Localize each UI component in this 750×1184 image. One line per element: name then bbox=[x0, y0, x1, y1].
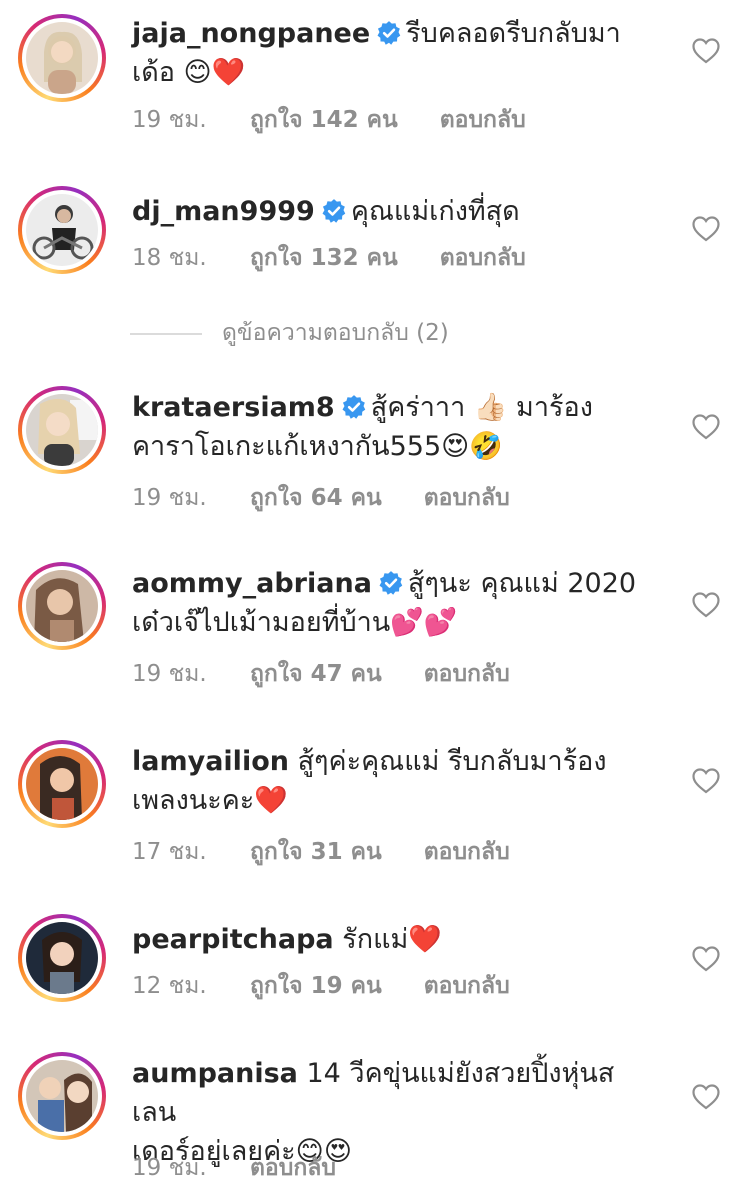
comment-text-continued: คาราโอเกะแก้เหงากัน555😍🤣 bbox=[132, 431, 503, 462]
comment-text-continued: เด๋วเจ๊ไปเม้ามอยที่บ้าน💕💕 bbox=[132, 607, 458, 638]
comment-username[interactable]: krataersiam8 bbox=[132, 392, 335, 423]
comment-text-continued: เพลงนะคะ❤️ bbox=[132, 785, 288, 816]
comment-username[interactable]: aommy_abriana bbox=[132, 568, 372, 599]
comment-time: 18 ชม. bbox=[132, 245, 207, 271]
reply-button[interactable]: ตอบกลับ bbox=[424, 968, 510, 1004]
comment-text-continued: เด้อ 😊❤️ bbox=[132, 57, 246, 88]
verified-badge-icon bbox=[379, 571, 403, 595]
heart-outline-icon[interactable] bbox=[692, 592, 720, 618]
avatar[interactable] bbox=[18, 386, 106, 474]
comment-time: 12 ชม. bbox=[132, 973, 207, 999]
comment-text: รีบคลอดรีบกลับมา bbox=[406, 18, 621, 49]
avatar[interactable] bbox=[18, 562, 106, 650]
heart-outline-icon[interactable] bbox=[692, 414, 720, 440]
view-replies-button[interactable]: ดูข้อความตอบกลับ (2) bbox=[130, 315, 449, 351]
comment-username[interactable]: lamyailion bbox=[132, 746, 289, 777]
comment-time: 19 ชม. bbox=[132, 485, 207, 511]
verified-badge-icon bbox=[342, 395, 365, 419]
heart-outline-icon[interactable] bbox=[692, 946, 720, 972]
comment-text: รักแม่❤️ bbox=[342, 924, 442, 955]
like-count-link[interactable]: ถูกใจ 142 คน bbox=[250, 102, 398, 138]
comment-text: สู้ๆค่ะคุณแม่ รีบกลับมาร้อง bbox=[297, 746, 607, 777]
heart-outline-icon[interactable] bbox=[692, 216, 720, 242]
comment-username[interactable]: aumpanisa bbox=[132, 1058, 298, 1089]
heart-outline-icon[interactable] bbox=[692, 1084, 720, 1110]
avatar[interactable] bbox=[18, 14, 106, 102]
like-count-link[interactable]: ถูกใจ 31 คน bbox=[250, 834, 382, 870]
heart-outline-icon[interactable] bbox=[692, 38, 720, 64]
reply-button[interactable]: ตอบกลับ bbox=[424, 834, 510, 870]
reply-button[interactable]: ตอบกลับ bbox=[424, 656, 510, 692]
avatar[interactable] bbox=[18, 1052, 106, 1140]
comment-text: สู้ๆนะ คุณแม่ 2020 bbox=[407, 568, 637, 599]
view-replies-label: ดูข้อความตอบกลับ (2) bbox=[222, 320, 449, 346]
comment-time: 19 ชม. bbox=[132, 1155, 207, 1181]
avatar[interactable] bbox=[18, 740, 106, 828]
like-count-link[interactable]: ถูกใจ 47 คน bbox=[250, 656, 382, 692]
reply-button[interactable]: ตอบกลับ bbox=[440, 102, 526, 138]
avatar[interactable] bbox=[18, 186, 106, 274]
comments-list: jaja_nongpanee รีบคลอดรีบกลับมา เด้อ 😊❤️ … bbox=[0, 0, 750, 1184]
comment-username[interactable]: pearpitchapa bbox=[132, 924, 334, 955]
replies-divider bbox=[130, 332, 202, 335]
comment-username[interactable]: jaja_nongpanee bbox=[132, 18, 370, 49]
comment-username[interactable]: dj_man9999 bbox=[132, 196, 315, 227]
comment-time: 17 ชม. bbox=[132, 839, 207, 865]
like-count-link[interactable]: ถูกใจ 19 คน bbox=[250, 968, 382, 1004]
comment-time: 19 ชม. bbox=[132, 107, 207, 133]
comment-text: คุณแม่เก่งที่สุด bbox=[350, 196, 520, 227]
reply-button[interactable]: ตอบกลับ bbox=[440, 240, 526, 276]
avatar[interactable] bbox=[18, 914, 106, 1002]
heart-outline-icon[interactable] bbox=[692, 768, 720, 794]
like-count-link[interactable]: ถูกใจ 132 คน bbox=[250, 240, 398, 276]
verified-badge-icon bbox=[322, 199, 346, 223]
comment-text: สู้คร่าาา 👍🏻 มาร้อง bbox=[370, 392, 593, 423]
comment-time: 19 ชม. bbox=[132, 661, 207, 687]
reply-button[interactable]: ตอบกลับ bbox=[250, 1150, 336, 1184]
verified-badge-icon bbox=[377, 21, 401, 45]
reply-button[interactable]: ตอบกลับ bbox=[424, 480, 510, 516]
like-count-link[interactable]: ถูกใจ 64 คน bbox=[250, 480, 382, 516]
